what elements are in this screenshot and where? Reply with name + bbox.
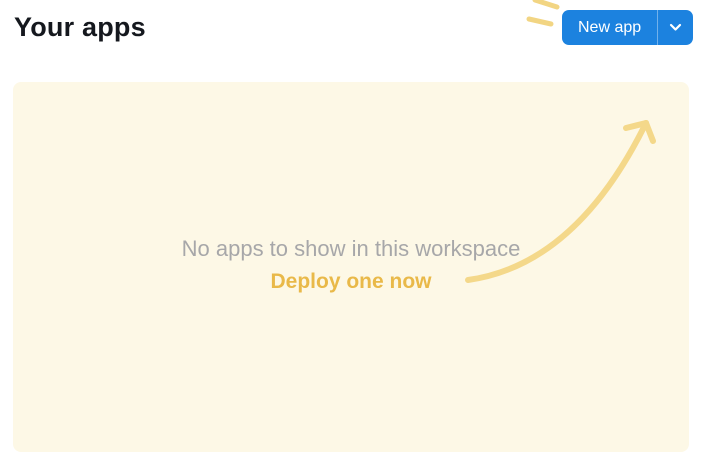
new-app-button[interactable]: New app bbox=[562, 10, 658, 45]
sparkle-icon bbox=[526, 0, 560, 27]
apps-empty-panel: No apps to show in this workspace Deploy… bbox=[13, 82, 689, 452]
new-app-dropdown-button[interactable] bbox=[657, 10, 694, 45]
new-app-button-label: New app bbox=[578, 18, 642, 36]
empty-state-message: No apps to show in this workspace bbox=[181, 236, 521, 261]
page-title: Your apps bbox=[14, 12, 146, 42]
new-app-split-button: New app bbox=[562, 10, 694, 45]
deploy-now-link[interactable]: Deploy one now bbox=[270, 268, 431, 296]
empty-state: No apps to show in this workspace Deploy… bbox=[13, 234, 689, 296]
chevron-down-icon bbox=[670, 23, 682, 31]
your-apps-page: Your apps New app No apps to show in thi… bbox=[0, 0, 720, 466]
